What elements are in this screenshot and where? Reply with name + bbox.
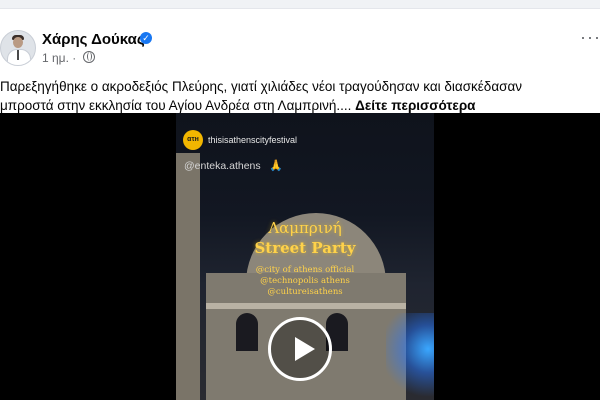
post-text-line-2-body: μπροστά στην εκκλησία του Αγίου Ανδρέα σ… xyxy=(0,98,352,113)
video-title-line-2: Street Party xyxy=(254,239,356,257)
avatar-body xyxy=(7,49,31,65)
video-mention: @enteka.athens xyxy=(184,160,261,172)
video-account-name: thisisathenscityfestival xyxy=(208,135,298,145)
video-container: ατн thisisathenscityfestival @enteka.ath… xyxy=(0,113,600,400)
more-options-button[interactable]: ··· xyxy=(580,27,600,48)
church-cornice xyxy=(206,303,406,309)
author-avatar[interactable] xyxy=(0,30,36,66)
post-text-line-1: Παρεξηγήθηκε ο ακροδεξιός Πλεύρης, γιατί… xyxy=(0,79,523,94)
play-icon xyxy=(295,337,315,361)
avatar-tie xyxy=(17,50,19,60)
stage-light xyxy=(386,313,434,400)
see-more-link[interactable]: Δείτε περισσότερα xyxy=(355,98,475,113)
channel-logo: ατн xyxy=(183,130,203,150)
avatar-head xyxy=(13,37,23,48)
globe-icon xyxy=(82,51,95,63)
video-tag: @city of athens official xyxy=(255,265,355,275)
post-text: Παρεξηγήθηκε ο ακροδεξιός Πλεύρης, γιατί… xyxy=(0,77,596,115)
video-player[interactable]: ατн thisisathenscityfestival @enteka.ath… xyxy=(176,113,434,400)
post-time[interactable]: 1 ημ. xyxy=(42,51,69,65)
bell-tower xyxy=(176,153,200,400)
praying-hands-icon: 🙏 xyxy=(269,160,283,172)
video-title-line-1: Λαμπρινή xyxy=(268,219,342,237)
video-tag: @technopolis athens xyxy=(260,276,350,286)
video-overlay-title: Λαμπρινή Street Party xyxy=(220,219,390,257)
author-name[interactable]: Χάρης Δούκας xyxy=(42,31,145,48)
play-button[interactable] xyxy=(268,317,332,381)
church-window xyxy=(236,313,258,351)
video-tag: @cultureisathens xyxy=(267,287,343,297)
post-meta: 1 ημ. · xyxy=(42,51,95,65)
meta-separator: · xyxy=(72,51,77,65)
verified-icon: ✓ xyxy=(140,32,152,44)
video-tags: @city of athens official @technopolis at… xyxy=(220,265,390,298)
